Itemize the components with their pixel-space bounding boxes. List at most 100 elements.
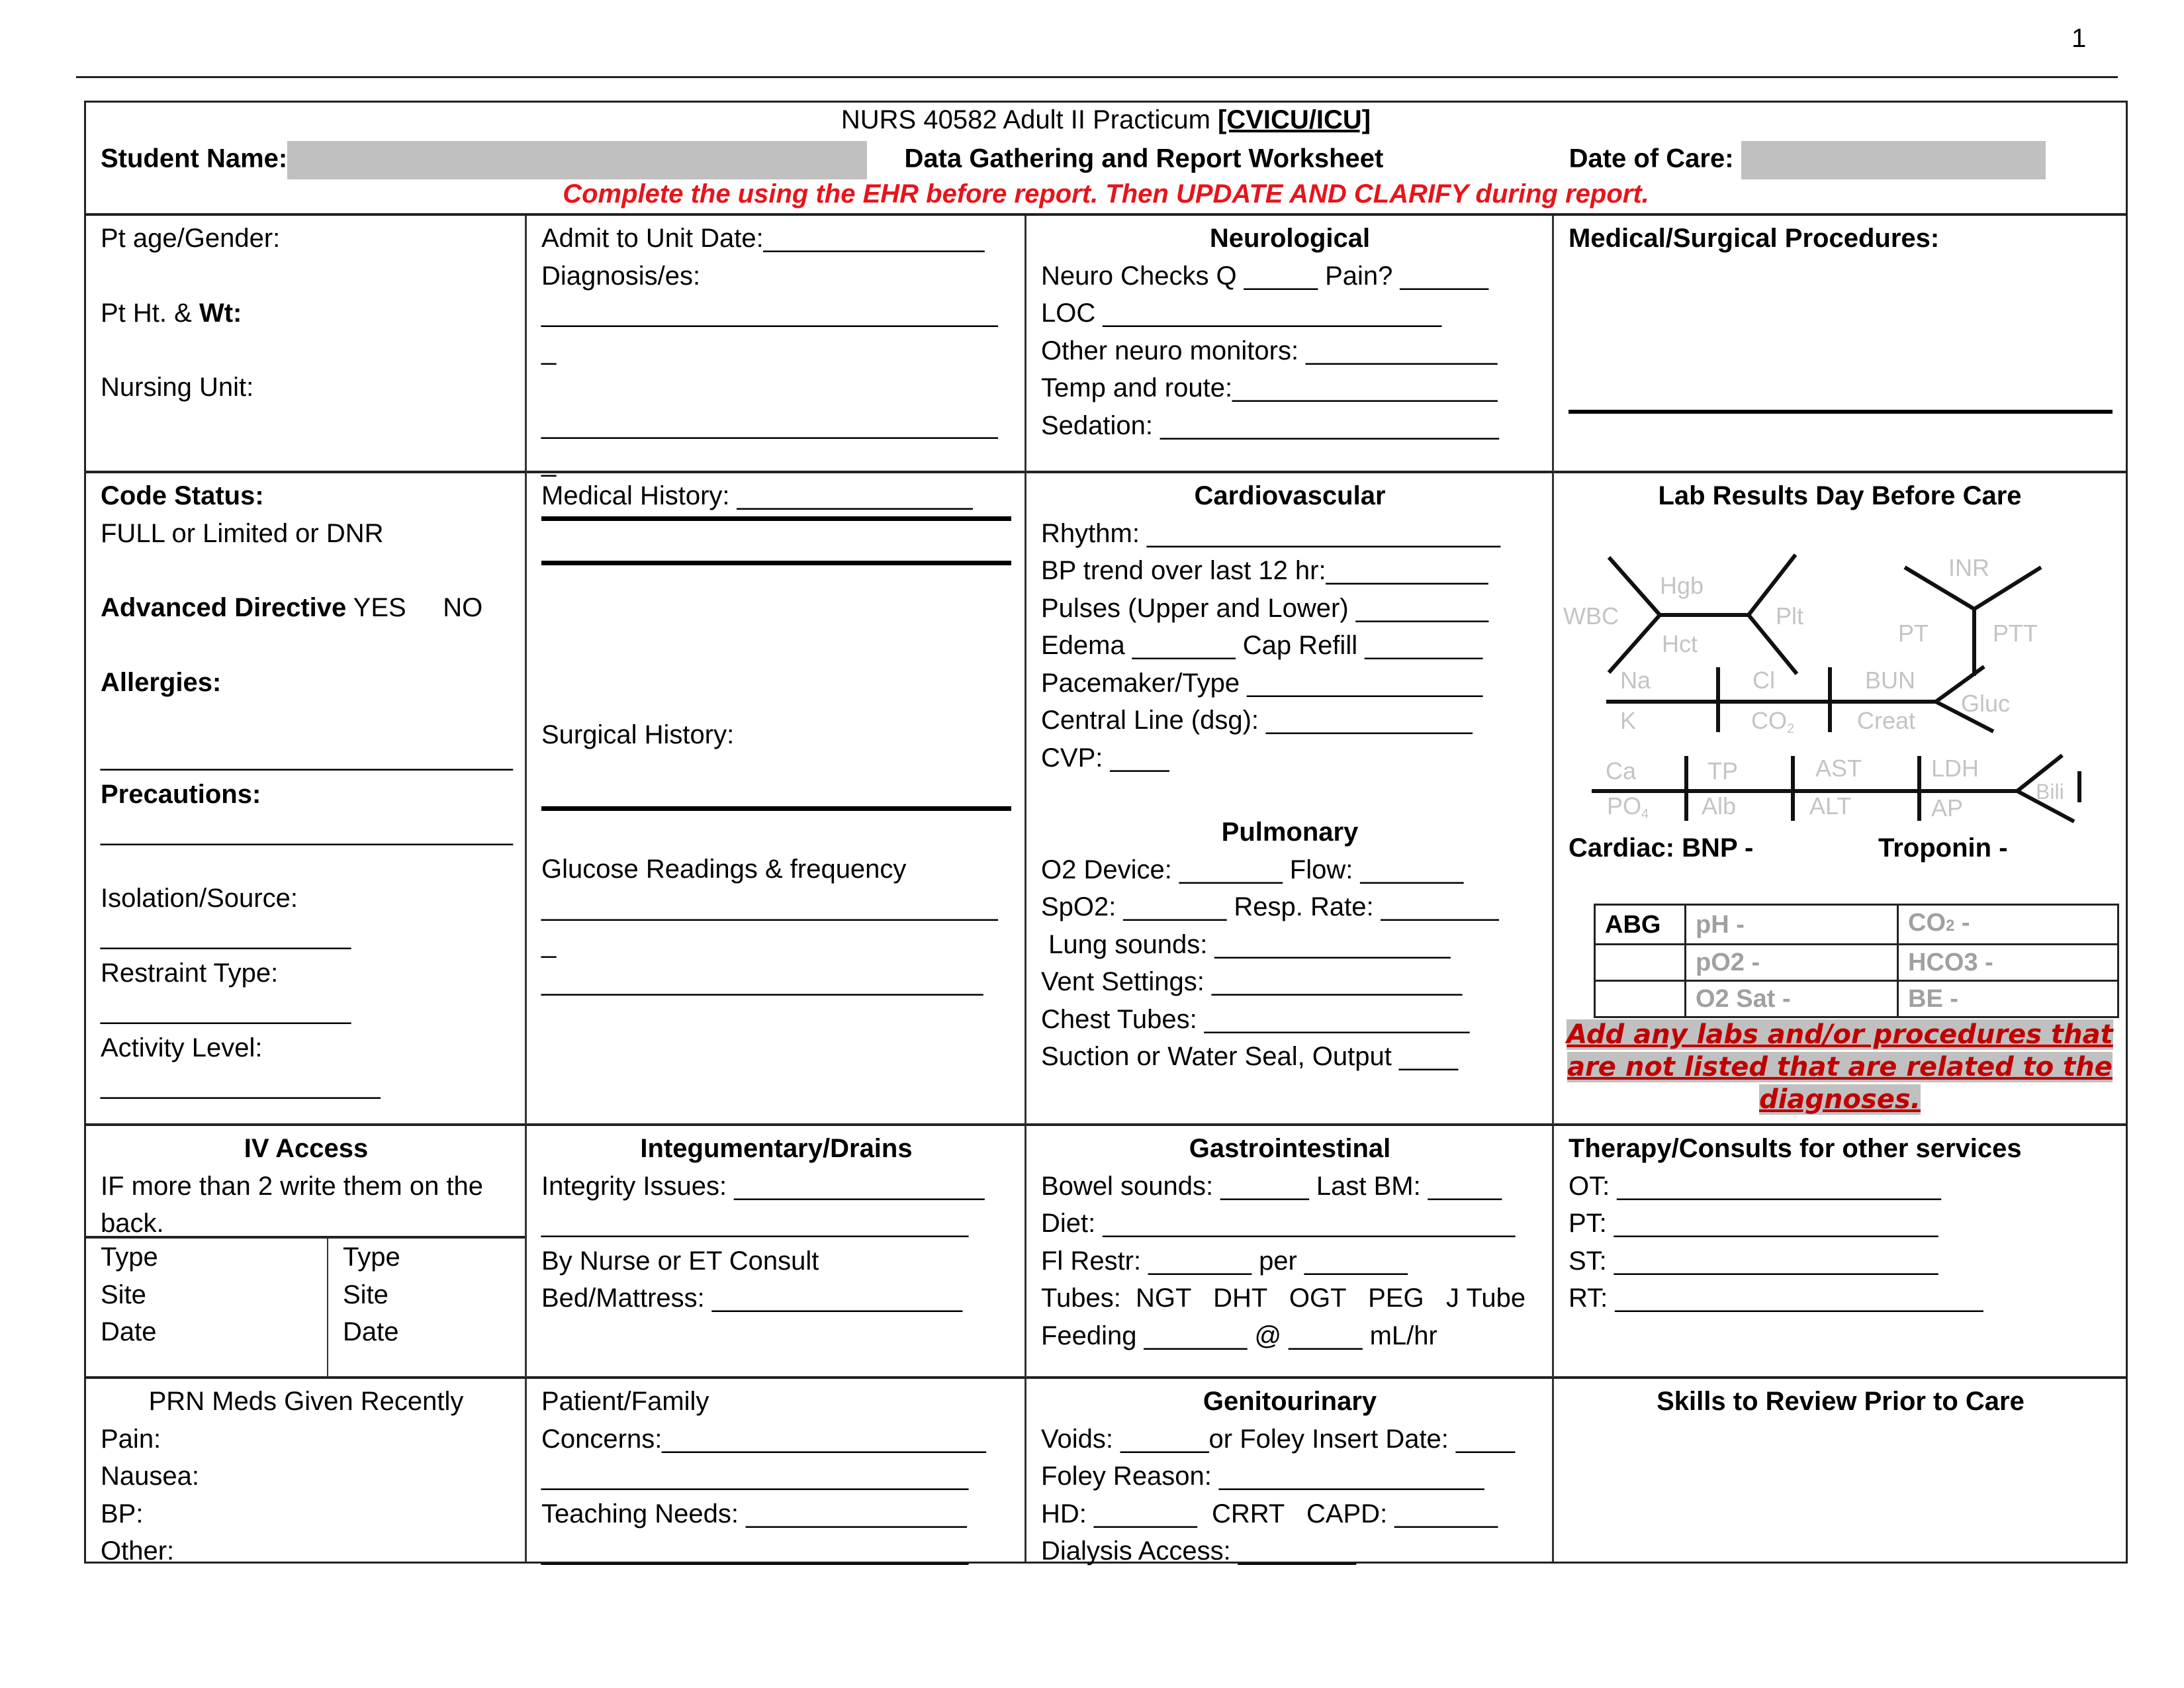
wbc-label: WBC bbox=[1563, 602, 1619, 630]
nursing-unit-label: Nursing Unit: bbox=[101, 373, 254, 402]
po2-field[interactable]: pO2 - bbox=[1684, 943, 1899, 982]
abg-header: ABG bbox=[1594, 904, 1686, 945]
lab-fishbone-diagrams: WBC Hgb Hct Plt INR PT PTT Na K Cl CO2 B… bbox=[1563, 553, 2081, 823]
integrity-issues-field[interactable]: Integrity Issues: _________________ bbox=[541, 1168, 1011, 1205]
student-name-field[interactable] bbox=[287, 141, 868, 179]
surgical-history-label: Surgical History: bbox=[541, 720, 735, 749]
prn-other-label[interactable]: Other: bbox=[101, 1532, 512, 1570]
iv1-site-label[interactable]: Site bbox=[101, 1276, 327, 1314]
admit-date-field[interactable]: Admit to Unit Date:_______________ bbox=[541, 220, 1011, 258]
gluc-label: Gluc bbox=[1961, 690, 2010, 717]
diet-field[interactable]: Diet: ____________________________ bbox=[1041, 1205, 1539, 1243]
concerns-field[interactable]: Concerns:______________________ bbox=[541, 1421, 1011, 1458]
iv1-date-label[interactable]: Date bbox=[101, 1313, 327, 1351]
concerns-blank[interactable]: _____________________________ bbox=[541, 1458, 1011, 1495]
genitourinary-title: Genitourinary bbox=[1203, 1387, 1377, 1416]
cvp-field[interactable]: CVP: ____ bbox=[1041, 739, 1539, 777]
rt-field[interactable]: RT: _________________________ bbox=[1569, 1280, 2113, 1317]
ptt-label: PTT bbox=[1993, 620, 2038, 647]
o2-device-flow-field[interactable]: O2 Device: _______ Flow: _______ bbox=[1041, 851, 1539, 889]
sedation-field[interactable]: Sedation: _______________________ bbox=[1041, 407, 1539, 445]
tubes-options[interactable]: Tubes: NGT DHT OGT PEG J Tube bbox=[1041, 1280, 1539, 1317]
be-field[interactable]: BE - bbox=[1897, 980, 2119, 1018]
glucose-label: Glucose Readings & frequency bbox=[541, 855, 907, 884]
admit-diagnosis-cell: Admit to Unit Date:_______________ Diagn… bbox=[527, 216, 1026, 477]
suction-output-field[interactable]: Suction or Water Seal, Output ____ bbox=[1041, 1038, 1539, 1076]
height-weight-label: Pt Ht. & Wt: bbox=[101, 295, 512, 332]
medical-history-field[interactable]: Medical History: ________________ bbox=[541, 477, 1011, 515]
isolation-blank[interactable]: _________________ bbox=[101, 917, 512, 955]
diagnosis-blank-1[interactable]: _______________________________ bbox=[541, 295, 1011, 332]
co2-field[interactable]: CO2 - bbox=[1897, 904, 2119, 945]
neuro-checks-field[interactable]: Neuro Checks Q _____ Pain? ______ bbox=[1041, 258, 1539, 295]
cardio-pulmonary-cell: Cardiovascular Rhythm: _________________… bbox=[1026, 473, 1554, 1126]
st-field[interactable]: ST: ______________________ bbox=[1569, 1243, 2113, 1280]
ldh-label: LDH bbox=[1931, 755, 1979, 782]
course-title: NURS 40582 Adult II Practicum [CVICU/ICU… bbox=[86, 105, 2126, 135]
code-status-options[interactable]: FULL or Limited or DNR bbox=[101, 515, 512, 553]
troponin-label: Troponin - bbox=[1878, 833, 2008, 863]
glucose-blank-2[interactable]: ______________________________ bbox=[541, 963, 1011, 1001]
feeding-field[interactable]: Feeding _______ @ _____ mL/hr bbox=[1041, 1317, 1539, 1355]
activity-blank[interactable]: ___________________ bbox=[101, 1066, 512, 1104]
bp-trend-field[interactable]: BP trend over last 12 hr:___________ bbox=[1041, 552, 1539, 590]
pulses-field[interactable]: Pulses (Upper and Lower) _________ bbox=[1041, 590, 1539, 628]
ph-field[interactable]: pH - bbox=[1684, 904, 1899, 945]
iv2-date-label[interactable]: Date bbox=[343, 1313, 527, 1351]
hco3-field[interactable]: HCO3 - bbox=[1897, 943, 2119, 982]
voids-foley-field[interactable]: Voids: ______or Foley Insert Date: ____ bbox=[1041, 1421, 1539, 1458]
advanced-directive-options[interactable]: YES NO bbox=[346, 593, 483, 622]
teaching-needs-field[interactable]: Teaching Needs: _______________ bbox=[541, 1495, 1011, 1533]
vent-settings-field[interactable]: Vent Settings: _________________ bbox=[1041, 963, 1539, 1001]
ast-label: AST bbox=[1815, 755, 1862, 782]
other-neuro-monitors-field[interactable]: Other neuro monitors: _____________ bbox=[1041, 332, 1539, 370]
course-name: NURS 40582 Adult II Practicum bbox=[841, 105, 1210, 134]
spo2-resp-rate-field[interactable]: SpO2: _______ Resp. Rate: ________ bbox=[1041, 888, 1539, 926]
advanced-directive-row: Advanced Directive YES NO bbox=[101, 589, 512, 627]
student-name-label: Student Name: bbox=[101, 144, 288, 173]
prn-nausea-label[interactable]: Nausea: bbox=[101, 1458, 512, 1495]
fluid-restriction-field[interactable]: Fl Restr: _______ per _______ bbox=[1041, 1243, 1539, 1280]
rhythm-field[interactable]: Rhythm: ________________________ bbox=[1041, 515, 1539, 553]
prn-meds-cell: PRN Meds Given Recently Pain: Nausea: BP… bbox=[86, 1379, 527, 1566]
temp-route-field[interactable]: Temp and route:__________________ bbox=[1041, 369, 1539, 407]
patient-family-cell: Patient/Family Concerns:________________… bbox=[527, 1379, 1026, 1566]
neurological-cell: Neurological Neuro Checks Q _____ Pain? … bbox=[1026, 216, 1554, 473]
dialysis-access-field[interactable]: Dialysis Access: ________ bbox=[1041, 1532, 1539, 1570]
bowel-sounds-field[interactable]: Bowel sounds: ______ Last BM: _____ bbox=[1041, 1168, 1539, 1205]
foley-reason-field[interactable]: Foley Reason: __________________ bbox=[1041, 1458, 1539, 1495]
bmp-fishbone bbox=[1606, 665, 1995, 733]
pt-field[interactable]: PT: ______________________ bbox=[1569, 1205, 2113, 1243]
alt-label: ALT bbox=[1809, 792, 1851, 820]
prn-bp-label[interactable]: BP: bbox=[101, 1495, 512, 1533]
teaching-needs-blank[interactable]: _____________________________ bbox=[541, 1532, 1011, 1570]
central-line-field[interactable]: Central Line (dsg): ______________ bbox=[1041, 702, 1539, 739]
restraint-blank[interactable]: _________________ bbox=[101, 992, 512, 1029]
unit-tag: [CVICU/ICU] bbox=[1218, 105, 1371, 134]
loc-field[interactable]: LOC _______________________ bbox=[1041, 295, 1539, 332]
ot-field[interactable]: OT: ______________________ bbox=[1569, 1168, 2113, 1205]
o2-sat-field[interactable]: O2 Sat - bbox=[1684, 980, 1899, 1018]
bed-mattress-field[interactable]: Bed/Mattress: _________________ bbox=[541, 1280, 1011, 1317]
diagnosis-blank-2[interactable]: _______________________________ bbox=[541, 406, 1011, 444]
abg-row: ABG pH - CO2 - bbox=[1594, 904, 2119, 945]
integrity-issues-blank[interactable]: _____________________________ bbox=[541, 1205, 1011, 1243]
date-of-care-field[interactable] bbox=[1741, 141, 2046, 179]
pacemaker-field[interactable]: Pacemaker/Type ________________ bbox=[1041, 665, 1539, 702]
ca-label: Ca bbox=[1606, 757, 1637, 784]
restraint-label: Restraint Type: bbox=[101, 958, 279, 988]
iv-access-title: IV Access bbox=[244, 1134, 369, 1163]
edema-cap-refill-field[interactable]: Edema _______ Cap Refill ________ bbox=[1041, 627, 1539, 665]
lung-sounds-field[interactable]: Lung sounds: ________________ bbox=[1041, 926, 1539, 964]
iv1-type-label[interactable]: Type bbox=[101, 1239, 327, 1276]
iv2-site-label[interactable]: Site bbox=[343, 1276, 527, 1314]
po4-subscript: 4 bbox=[1641, 807, 1649, 821]
iv2-type-label[interactable]: Type bbox=[343, 1239, 527, 1276]
allergies-blank[interactable]: ____________________________ bbox=[101, 738, 513, 776]
skills-review-title: Skills to Review Prior to Care bbox=[1657, 1387, 2025, 1416]
glucose-blank-1[interactable]: _______________________________ bbox=[541, 888, 1011, 926]
precautions-blank[interactable]: ____________________________ bbox=[101, 813, 513, 851]
dialysis-type-field[interactable]: HD: _______ CRRT CAPD: _______ bbox=[1041, 1495, 1539, 1533]
chest-tubes-field[interactable]: Chest Tubes: __________________ bbox=[1041, 1001, 1539, 1039]
prn-pain-label[interactable]: Pain: bbox=[101, 1421, 512, 1458]
